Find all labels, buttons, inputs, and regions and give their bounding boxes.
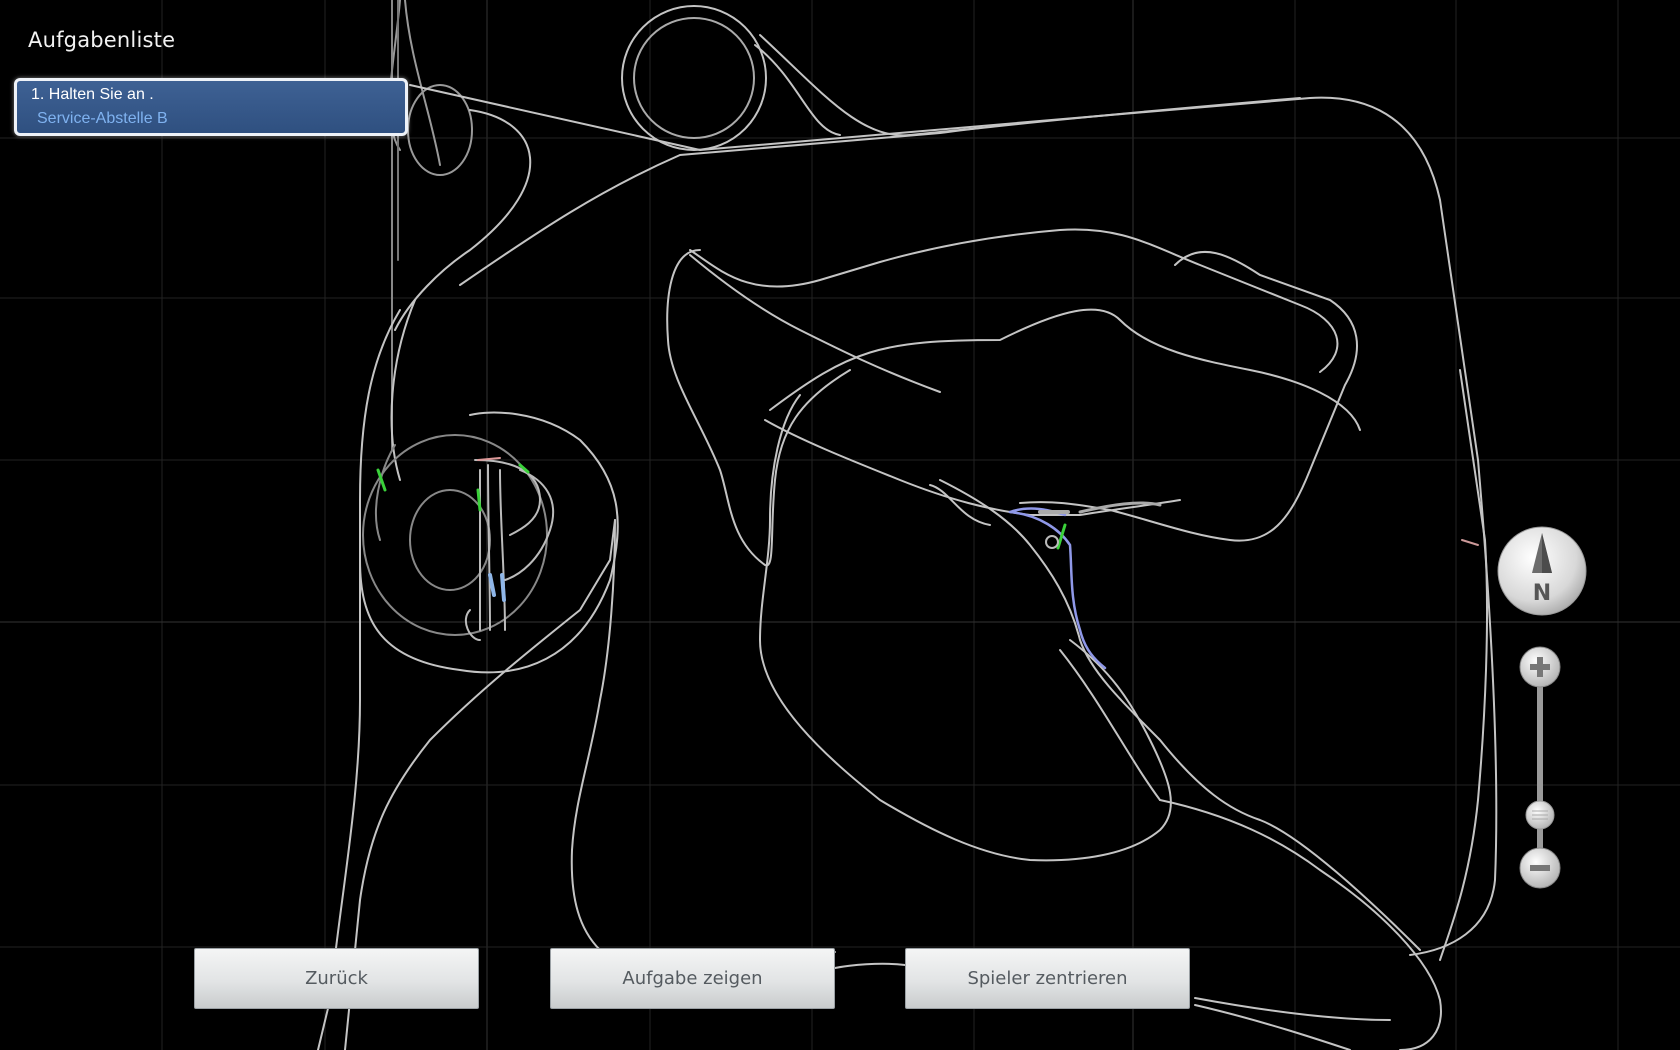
zoom-track[interactable] [1537, 667, 1543, 867]
zoom-in-icon[interactable] [1519, 646, 1561, 688]
rail-tracks [317, 0, 1498, 1050]
compass-label: N [1533, 581, 1551, 606]
map-grid [0, 0, 1680, 1050]
task-location: Service-Abstelle B [37, 110, 168, 127]
center-player-button[interactable]: Spieler zentrieren [905, 948, 1190, 1009]
zoom-out-icon[interactable] [1519, 847, 1561, 889]
task-title: 1. Halten Sie an . [31, 86, 154, 103]
show-task-button[interactable]: Aufgabe zeigen [550, 948, 835, 1009]
compass-icon[interactable]: N [1496, 525, 1588, 617]
rail-network-map[interactable] [0, 0, 1680, 1050]
zoom-control[interactable] [1518, 645, 1562, 890]
zoom-slider-thumb[interactable] [1525, 800, 1555, 830]
back-button[interactable]: Zurück [194, 948, 479, 1009]
task-list-title: Aufgabenliste [28, 28, 176, 52]
task-card[interactable]: 1. Halten Sie an . Service-Abstelle B [14, 78, 408, 136]
